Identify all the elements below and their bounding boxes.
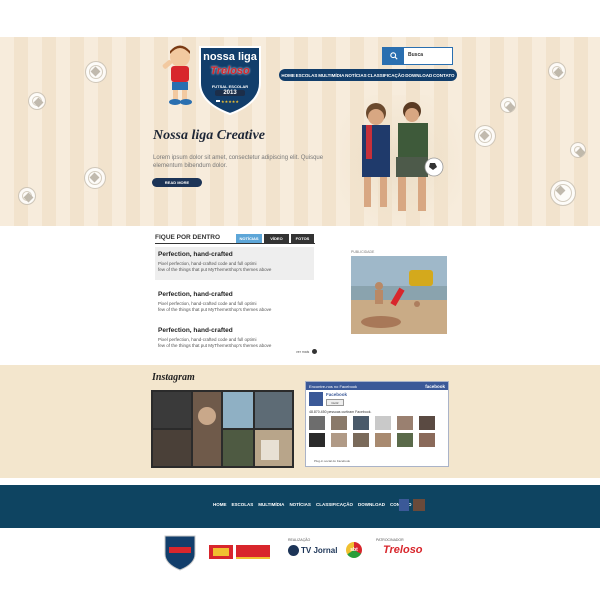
nav-home[interactable]: HOME (281, 73, 295, 78)
avatar[interactable] (353, 433, 369, 447)
avatar[interactable] (397, 433, 413, 447)
footer-nav: HOME ESCOLAS MULTIMÍDIA NOTÍCIAS CLASSIF… (213, 502, 411, 507)
soccer-ball-decoration (28, 92, 46, 110)
nossa-liga-logo[interactable]: nossa liga Treloso FUTSAL ESCOLAR 2013 ★… (196, 41, 264, 116)
news-item[interactable]: Perfection, hand-crafted Pixel perfectio… (155, 323, 314, 352)
facebook-plugin-label: Plug-in social do Facebook (314, 459, 351, 463)
facebook-like-button[interactable]: Curtir (326, 399, 344, 406)
hero-title: Nossa liga Creative (153, 128, 265, 143)
logo-text: nossa liga (203, 51, 257, 63)
avatar[interactable] (375, 433, 391, 447)
avatar[interactable] (419, 416, 435, 430)
news-line: few of the things that put MyThemeShop's… (158, 306, 272, 312)
nav-contato[interactable]: CONTATO (433, 73, 455, 78)
tv-jornal-icon (288, 545, 299, 556)
tv-jornal-text: TV Jornal (301, 546, 338, 555)
logo-brand: Treloso (210, 65, 250, 77)
avatar[interactable] (353, 416, 369, 430)
logo-year: 2013 (215, 90, 245, 96)
nav-download[interactable]: DOWNLOAD (405, 73, 432, 78)
soccer-ball-decoration (500, 97, 516, 113)
footer-nav-download[interactable]: DOWNLOAD (358, 502, 385, 507)
avatar[interactable] (309, 416, 325, 430)
news-item[interactable]: Perfection, hand-crafted Pixel perfectio… (155, 287, 314, 316)
footer-logo-icon[interactable] (163, 533, 197, 571)
treloso-logo[interactable]: Treloso (383, 544, 423, 556)
tab-fotos[interactable]: FOTOS (291, 234, 314, 243)
arrow-icon (312, 349, 318, 354)
facebook-icon[interactable] (399, 499, 409, 511)
see-more-link[interactable]: ver mais (296, 349, 318, 354)
sistema-jc-logo-icon[interactable] (209, 543, 271, 561)
hero-banner (0, 37, 600, 226)
nav-classificacao[interactable]: CLASSIFICAÇÃO (367, 73, 404, 78)
soccer-ball-decoration (84, 167, 106, 189)
tv-jornal-logo[interactable]: TV Jornal (288, 545, 337, 556)
facebook-header-text: Encontre-nos no Facebook (309, 383, 358, 389)
footer-nav-home[interactable]: HOME (213, 502, 227, 507)
soccer-ball-decoration (550, 180, 576, 206)
avatar[interactable] (331, 416, 347, 430)
search-input[interactable] (404, 48, 452, 62)
instagram-gallery[interactable] (151, 390, 294, 468)
tab-noticias[interactable]: NOTÍCIAS (236, 234, 262, 243)
news-line: few of the things that put MyThemeShop's… (158, 342, 272, 348)
facebook-like-count: 48.870.450 pessoas curtiram Facebook. (309, 410, 372, 414)
instagram-title: Instagram (152, 372, 195, 383)
avatar[interactable] (375, 416, 391, 430)
facebook-logo-icon (309, 392, 323, 406)
logo-sub: FUTSAL ESCOLAR (211, 84, 249, 89)
hero-description: Lorem ipsum dolor sit amet, consectetur … (153, 155, 324, 169)
facebook-header: Encontre-nos no Facebook facebook (306, 382, 448, 390)
main-nav: HOME ESCOLAS MULTIMÍDIA NOTÍCIAS CLASSIF… (279, 69, 457, 81)
soccer-ball-decoration (85, 61, 107, 83)
players-photo (340, 95, 460, 226)
instagram-photos (153, 392, 292, 466)
soccer-ball-decoration (570, 142, 586, 158)
sbt-text: sbt (350, 547, 358, 553)
facebook-page-name: Facebook (326, 392, 348, 397)
soccer-ball-decoration (18, 187, 36, 205)
realizacao-label: REALIZAÇÃO (288, 538, 311, 542)
news-title: Perfection, hand-crafted (158, 251, 233, 258)
tab-video[interactable]: VÍDEO (264, 234, 289, 243)
facebook-brand: facebook (425, 383, 445, 389)
soccer-ball-decoration (474, 125, 496, 147)
search-button[interactable] (383, 48, 404, 64)
footer-nav-noticias[interactable]: NOTÍCIAS (289, 502, 311, 507)
facebook-widget: Encontre-nos no Facebook facebook Facebo… (305, 381, 449, 467)
social-band (0, 365, 600, 478)
mascot-illustration (162, 45, 192, 105)
sbt-logo[interactable]: sbt (346, 542, 362, 558)
soccer-ball-decoration (548, 62, 566, 80)
nav-multimidia[interactable]: MULTIMÍDIA (318, 73, 344, 78)
news-line: few of the things that put MyThemeShop's… (158, 266, 272, 272)
news-title: Perfection, hand-crafted (158, 327, 233, 334)
avatar[interactable] (397, 416, 413, 430)
news-item[interactable]: Perfection, hand-crafted Pixel perfectio… (155, 247, 314, 280)
facebook-page[interactable]: Facebook Curtir (309, 392, 347, 406)
footer-nav-multimidia[interactable]: MULTIMÍDIA (258, 502, 284, 507)
nav-escolas[interactable]: ESCOLAS (296, 73, 318, 78)
logo-stars: ★★★★★ (221, 99, 239, 104)
news-heading: FIQUE POR DENTRO (155, 234, 221, 241)
facebook-faces (309, 416, 437, 447)
instagram-icon[interactable] (413, 499, 425, 511)
ad-label: PUBLICIDADE (351, 250, 375, 254)
read-more-button[interactable]: READ MORE (152, 178, 202, 187)
search-icon (389, 52, 398, 60)
nav-noticias[interactable]: NOTÍCIAS (345, 73, 367, 78)
footer-nav-escolas[interactable]: ESCOLAS (232, 502, 254, 507)
beach-photo (351, 256, 447, 334)
search-box (382, 47, 453, 65)
tab-divider (155, 243, 315, 244)
avatar[interactable] (309, 433, 325, 447)
news-title: Perfection, hand-crafted (158, 291, 233, 298)
patrocinador-label: PATROCINADOR (376, 538, 404, 542)
footer-nav-classificacao[interactable]: CLASSIFICAÇÃO (316, 502, 353, 507)
avatar[interactable] (331, 433, 347, 447)
see-more-label: ver mais (296, 349, 310, 354)
avatar[interactable] (419, 433, 435, 447)
